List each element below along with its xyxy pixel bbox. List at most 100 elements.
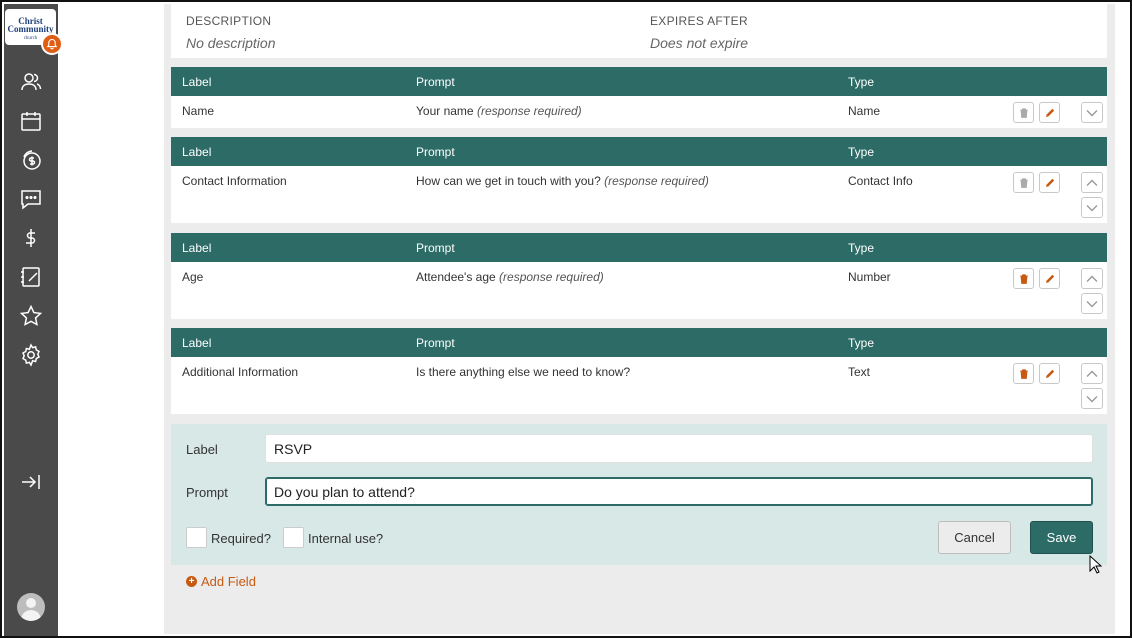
chevron-down-icon [1086, 109, 1098, 116]
trash-icon [1019, 177, 1028, 188]
notes-icon[interactable] [18, 264, 44, 290]
delete-button[interactable] [1013, 172, 1034, 193]
add-field-label: Add Field [201, 574, 256, 589]
required-label: Required? [211, 531, 271, 546]
chevron-down-icon [1086, 395, 1098, 402]
column-type-header: Type [848, 336, 875, 350]
gear-icon[interactable] [18, 342, 44, 368]
field-prompt: Attendee's age (response required) [416, 270, 604, 284]
prompt-caption: Prompt [186, 485, 228, 500]
field-header: Label Prompt Type [171, 233, 1107, 262]
move-up-button[interactable] [1081, 172, 1103, 193]
prompt-input[interactable] [265, 477, 1093, 506]
main-content: DESCRIPTION No description EXPIRES AFTER… [164, 4, 1115, 634]
trash-icon [1019, 273, 1028, 284]
edit-button[interactable] [1039, 172, 1060, 193]
mouse-cursor-icon [1089, 555, 1103, 574]
field-type: Number [848, 270, 891, 284]
field-header: Label Prompt Type [171, 67, 1107, 96]
chevron-up-icon [1086, 370, 1098, 377]
internal-use-label: Internal use? [308, 531, 384, 546]
column-type-header: Type [848, 75, 875, 89]
move-down-button[interactable] [1081, 388, 1103, 409]
dollar-icon[interactable] [18, 225, 44, 251]
delete-button[interactable] [1013, 102, 1034, 123]
column-label-header: Label [182, 75, 212, 89]
field-block-name: Label Prompt Type Name Your name (respon… [171, 67, 1107, 128]
label-caption: Label [186, 442, 218, 457]
column-prompt-header: Prompt [416, 145, 455, 159]
pencil-icon [1045, 274, 1054, 283]
label-input[interactable] [265, 434, 1093, 463]
field-type: Text [848, 365, 871, 379]
edit-button[interactable] [1039, 102, 1060, 123]
pencil-icon [1045, 369, 1054, 378]
move-up-button[interactable] [1081, 268, 1103, 289]
field-label: Name [182, 104, 215, 118]
chevron-up-icon [1086, 179, 1098, 186]
required-checkbox[interactable] [186, 527, 207, 548]
new-field-form: Label Prompt Required? Internal use? Can… [171, 424, 1107, 565]
description-value: No description [186, 35, 276, 51]
prompt-text: Attendee's age [416, 270, 496, 284]
field-block-contact: Label Prompt Type Contact Information Ho… [171, 137, 1107, 223]
move-down-button[interactable] [1081, 293, 1103, 314]
trash-icon [1019, 107, 1028, 118]
column-prompt-header: Prompt [416, 241, 455, 255]
field-label: Additional Information [182, 365, 299, 379]
chevron-up-icon [1086, 275, 1098, 282]
chat-icon[interactable] [18, 186, 44, 212]
column-prompt-header: Prompt [416, 336, 455, 350]
field-type: Contact Info [848, 174, 913, 188]
prompt-text: Your name [416, 104, 474, 118]
pencil-icon [1045, 178, 1054, 187]
description-label: DESCRIPTION [186, 14, 272, 28]
bell-icon[interactable] [41, 33, 63, 55]
chevron-down-icon [1086, 300, 1098, 307]
column-label-header: Label [182, 145, 212, 159]
edit-button[interactable] [1039, 363, 1060, 384]
collapse-icon[interactable] [18, 469, 44, 495]
column-type-header: Type [848, 145, 875, 159]
column-prompt-header: Prompt [416, 75, 455, 89]
internal-use-checkbox[interactable] [283, 527, 304, 548]
delete-button[interactable] [1013, 268, 1034, 289]
move-down-button[interactable] [1081, 197, 1103, 218]
chevron-down-icon [1086, 204, 1098, 211]
field-prompt: How can we get in touch with you? (respo… [416, 174, 709, 188]
star-icon[interactable] [18, 303, 44, 329]
field-prompt: Is there anything else we need to know? [416, 365, 631, 379]
column-label-header: Label [182, 241, 212, 255]
prompt-text: How can we get in touch with you? [416, 174, 601, 188]
field-block-age: Label Prompt Type Age Attendee's age (re… [171, 233, 1107, 319]
required-note: (response required) [604, 174, 709, 188]
field-block-additional: Label Prompt Type Additional Information… [171, 328, 1107, 414]
required-note: (response required) [476, 104, 582, 118]
cancel-button[interactable]: Cancel [938, 521, 1011, 554]
app-window: Christ Community church DESCRIPTION No d… [0, 0, 1132, 638]
edit-button[interactable] [1039, 268, 1060, 289]
save-button[interactable]: Save [1030, 521, 1093, 554]
column-label-header: Label [182, 336, 212, 350]
field-prompt: Your name (response required) [416, 104, 582, 118]
move-up-button[interactable] [1081, 363, 1103, 384]
required-note: (response required) [499, 270, 604, 284]
trash-icon [1019, 368, 1028, 379]
avatar[interactable] [17, 593, 45, 621]
add-field-link[interactable]: + Add Field [186, 574, 256, 589]
move-down-button[interactable] [1081, 102, 1103, 123]
giving-icon[interactable] [18, 147, 44, 173]
sidebar: Christ Community church [4, 4, 63, 636]
field-type: Name [848, 104, 881, 118]
delete-button[interactable] [1013, 363, 1034, 384]
logo-text-2: Community [7, 24, 54, 34]
field-label: Age [182, 270, 204, 284]
form-meta-card: DESCRIPTION No description EXPIRES AFTER… [171, 4, 1107, 58]
calendar-icon[interactable] [18, 108, 44, 134]
people-icon[interactable] [18, 69, 44, 95]
field-header: Label Prompt Type [171, 328, 1107, 357]
expires-label: EXPIRES AFTER [650, 14, 748, 28]
expires-value: Does not expire [650, 35, 749, 51]
field-label: Contact Information [182, 174, 287, 188]
field-header: Label Prompt Type [171, 137, 1107, 166]
